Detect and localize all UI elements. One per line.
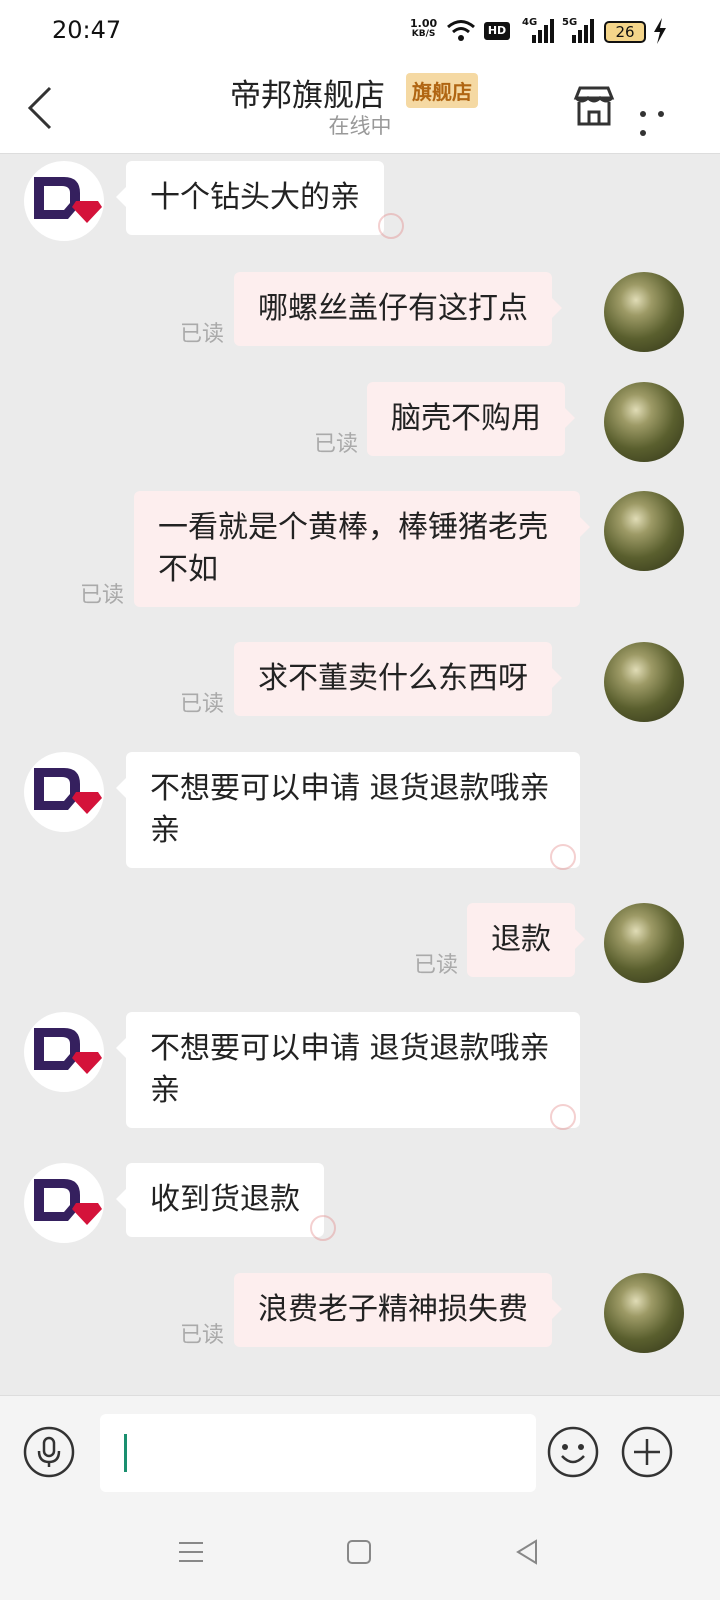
user-avatar[interactable] [604,642,684,722]
user-avatar[interactable] [604,491,684,571]
recall-stamp-icon [550,1104,576,1130]
message-bubble[interactable]: 求不董卖什么东西呀 [234,642,562,716]
user-avatar[interactable] [604,1273,684,1353]
message-bubble[interactable]: 退款 [467,903,585,977]
flagship-badge: 旗舰店 [406,73,478,108]
shop-logo-icon [34,1179,102,1225]
signal-4g-icon: 4G [522,17,556,43]
emoji-icon[interactable] [546,1425,600,1479]
shop-logo-icon [34,177,102,223]
hd-icon: HD [484,22,510,40]
shop-avatar[interactable] [24,1012,104,1092]
signal-5g-label: 5G [562,17,578,28]
signal-4g-label: 4G [522,17,538,28]
user-avatar[interactable] [604,382,684,462]
network-speed-value: 1.00 [410,17,438,30]
plus-icon[interactable] [620,1425,674,1479]
microphone-icon[interactable] [22,1425,76,1479]
system-nav-bar [0,1507,720,1600]
message-bubble[interactable]: 不想要可以申请 退货退款哦亲亲 [116,752,580,868]
read-receipt: 已读 [180,692,225,717]
shop-title: 帝邦旗舰店 [230,78,385,114]
charging-icon [654,18,666,44]
message-bubble[interactable]: 哪螺丝盖仔有这打点 [234,272,562,346]
message-bubble[interactable]: 浪费老子精神损失费 [234,1273,562,1347]
message-input[interactable] [100,1414,536,1492]
user-avatar[interactable] [604,272,684,352]
chat-header: 帝邦旗舰店 旗舰店 在线中 [0,64,720,154]
network-speed-unit: KB/S [411,29,436,39]
user-avatar[interactable] [604,903,684,983]
recall-stamp-icon [310,1215,336,1241]
shop-avatar[interactable] [24,1163,104,1243]
shop-avatar[interactable] [24,752,104,832]
home-icon[interactable] [344,1537,374,1567]
shop-avatar[interactable] [24,161,104,241]
recall-stamp-icon [550,844,576,870]
message-bubble[interactable]: 不想要可以申请 退货退款哦亲亲 [116,1012,580,1128]
shop-logo-icon [34,1028,102,1074]
more-options-button[interactable] [640,102,690,136]
input-bar [0,1395,720,1507]
message-bubble[interactable]: 收到货退款 [116,1163,324,1237]
signal-5g-icon: 5G [562,17,596,43]
menu-icon[interactable] [176,1537,206,1567]
wifi-icon [447,20,475,41]
store-icon[interactable] [572,84,616,128]
read-receipt: 已读 [314,432,359,457]
message-bubble[interactable]: 一看就是个黄棒，棒锤猪老壳不如 [134,491,590,607]
network-speed: 1.00 KB/S [410,18,437,40]
message-bubble[interactable]: 脑壳不购用 [367,382,575,456]
read-receipt: 已读 [414,953,459,978]
recall-stamp-icon [378,213,404,239]
text-cursor [124,1434,127,1472]
battery-icon: 26 [604,21,646,43]
message-list[interactable]: 十个钻头大的亲 已读 哪螺丝盖仔有这打点 已读 脑壳不购用 已读 一看就是个黄棒… [0,155,720,1395]
message-bubble[interactable]: 十个钻头大的亲 [116,161,384,235]
status-time: 20:47 [52,16,122,44]
shop-logo-icon [34,768,102,814]
read-receipt: 已读 [180,322,225,347]
status-bar: 20:47 1.00 KB/S HD 4G 5G 26 [0,0,720,64]
back-triangle-icon[interactable] [512,1537,542,1567]
read-receipt: 已读 [180,1323,225,1348]
read-receipt: 已读 [80,583,125,608]
